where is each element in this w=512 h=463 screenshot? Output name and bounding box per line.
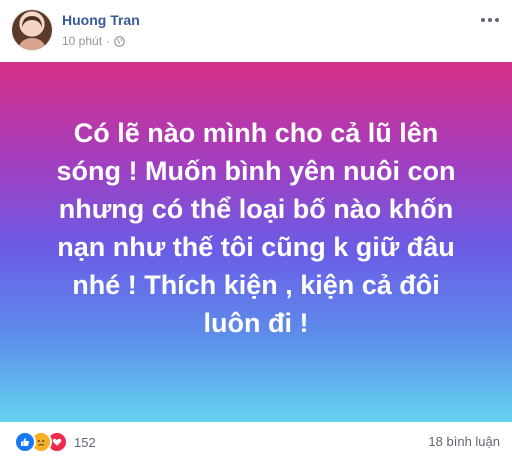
like-icon — [14, 431, 36, 453]
comments-link[interactable]: 18 bình luận — [428, 434, 500, 449]
globe-icon[interactable] — [114, 35, 125, 47]
post-footer: 152 18 bình luận — [0, 422, 512, 463]
post-text: Có lẽ nào mình cho cả lũ lên sóng ! Muốn… — [56, 118, 456, 338]
post-meta: 10 phút · — [62, 34, 125, 48]
more-options-button[interactable] — [478, 12, 502, 28]
reaction-count: 152 — [74, 434, 96, 450]
dot-icon — [481, 18, 485, 22]
reactions-summary[interactable]: 152 — [14, 431, 96, 453]
dot-icon — [488, 18, 492, 22]
post-background: Có lẽ nào mình cho cả lũ lên sóng ! Muốn… — [0, 62, 512, 422]
post-timestamp[interactable]: 10 phút — [62, 34, 102, 48]
author-name[interactable]: Huong Tran — [62, 12, 140, 28]
avatar-image — [18, 16, 46, 50]
dot-icon — [495, 18, 499, 22]
post-header: Huong Tran 10 phút · — [0, 0, 512, 60]
meta-separator: · — [106, 34, 111, 48]
author-avatar[interactable] — [12, 10, 52, 50]
